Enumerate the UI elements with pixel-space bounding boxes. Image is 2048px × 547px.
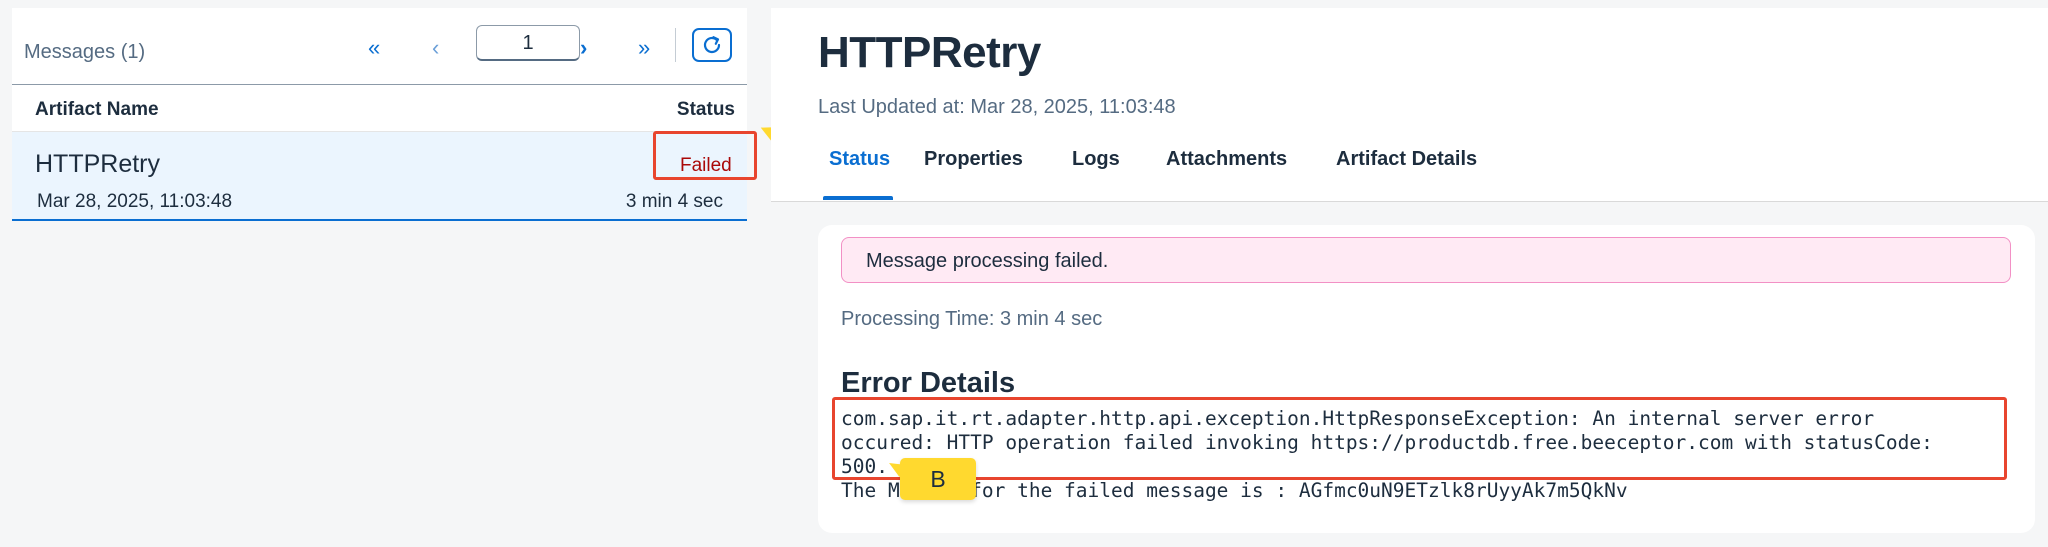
messages-toolbar: Messages (1) « ‹ 1 › »: [12, 8, 747, 84]
tab-logs[interactable]: Logs: [1072, 148, 1120, 171]
message-row[interactable]: HTTPRetry Failed Mar 28, 2025, 11:03:48 …: [12, 132, 747, 221]
error-details-heading: Error Details: [841, 367, 1016, 399]
messages-title: Messages (1): [24, 41, 146, 63]
first-page-button[interactable]: «: [368, 36, 380, 60]
page-number-input[interactable]: 1: [476, 25, 580, 61]
next-page-button[interactable]: ›: [580, 36, 587, 60]
processing-time: Processing Time: 3 min 4 sec: [841, 308, 1103, 330]
messages-panel: Messages (1) « ‹ 1 › » Artifact Name Sta…: [12, 8, 747, 221]
status-card: Message processing failed. Processing Ti…: [818, 225, 2035, 533]
tab-status[interactable]: Status: [829, 148, 890, 171]
column-status: Status: [676, 99, 735, 120]
error-line: The MPL ID for the failed message is : A…: [841, 479, 1628, 502]
refresh-button[interactable]: [692, 28, 732, 62]
active-tab-indicator: [823, 196, 893, 200]
highlight-box-b: [832, 397, 2007, 480]
row-artifact-name: HTTPRetry: [35, 150, 160, 178]
toolbar-separator: [675, 28, 676, 62]
row-date: Mar 28, 2025, 11:03:48: [37, 191, 233, 212]
tab-properties[interactable]: Properties: [924, 148, 1023, 171]
previous-page-button[interactable]: ‹: [432, 36, 439, 60]
page-title: HTTPRetry: [818, 28, 1041, 77]
table-header: Artifact Name Status: [12, 84, 747, 132]
highlight-box-a: [653, 131, 757, 180]
error-strip-text: Message processing failed.: [866, 250, 1109, 272]
callout-b: B: [900, 458, 976, 500]
last-page-button[interactable]: »: [638, 36, 650, 60]
refresh-icon: [703, 36, 721, 54]
error-message-strip: Message processing failed.: [841, 237, 2011, 283]
detail-header: HTTPRetry Last Updated at: Mar 28, 2025,…: [771, 8, 2048, 202]
column-artifact-name: Artifact Name: [35, 99, 159, 120]
tab-attachments[interactable]: Attachments: [1166, 148, 1287, 171]
last-updated: Last Updated at: Mar 28, 2025, 11:03:48: [818, 96, 1176, 118]
row-duration: 3 min 4 sec: [625, 191, 723, 212]
tab-artifact-details[interactable]: Artifact Details: [1336, 148, 1477, 171]
